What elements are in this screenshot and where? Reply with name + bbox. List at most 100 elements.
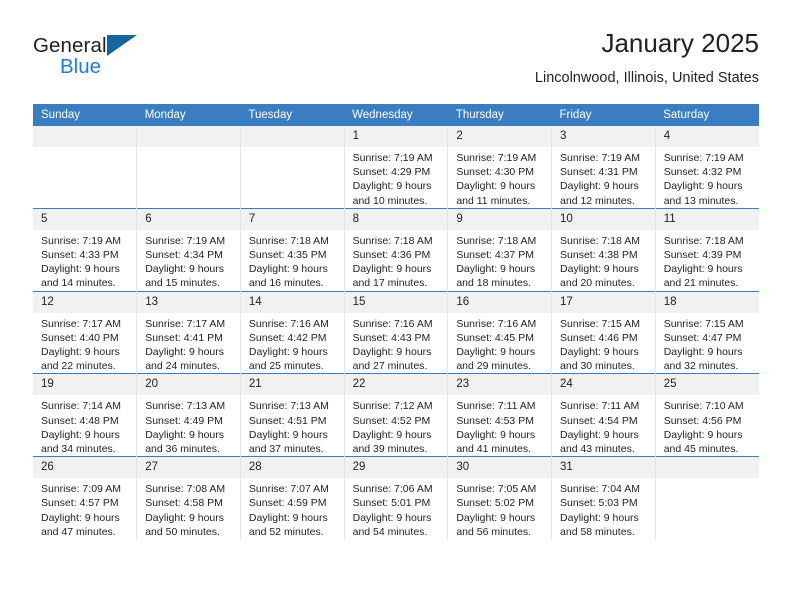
day-detail-line: Sunrise: 7:04 AM (560, 483, 640, 496)
calendar-day-cell[interactable]: 10 Sunrise: 7:18 AM Sunset: 4:38 PM Dayligh… (551, 207, 656, 292)
weekday-header-wednesday: Wednesday (344, 104, 448, 126)
calendar-day-cell[interactable]: 8 Sunrise: 7:18 AM Sunset: 4:36 PM Daylight… (344, 207, 449, 292)
day-detail-line: Sunrise: 7:19 AM (352, 152, 433, 164)
calendar-day-cell[interactable]: 9 Sunrise: 7:18 AM Sunset: 4:37 PM Daylight… (447, 207, 553, 292)
day-details: Sunrise: 7:13 AM Sunset: 4:51 PM Daylight:… (241, 395, 344, 456)
day-detail-line: Daylight: 9 hours (41, 428, 120, 441)
day-details: Sunrise: 7:08 AM Sunset: 4:58 PM Daylight:… (137, 478, 240, 539)
calendar-day-cell[interactable]: 23 Sunrise: 7:11 AM Sunset: 4:53 PM Dayligh… (447, 373, 553, 457)
calendar-day-cell[interactable]: 30 Sunrise: 7:05 AM Sunset: 5:02 PM Dayligh… (447, 456, 553, 540)
day-number: 10 (552, 208, 655, 230)
day-number: 18 (655, 291, 759, 313)
day-detail-line: Daylight: 9 hours (560, 428, 639, 441)
calendar-day-cell[interactable]: 13 Sunrise: 7:17 AM Sunset: 4:41 PM Dayligh… (136, 290, 241, 374)
calendar-week-row: 1 Sunrise: 7:19 AM Sunset: 4:29 PM Daylight… (33, 126, 759, 209)
brand-logo[interactable]: General Blue (33, 34, 153, 80)
day-number: 12 (33, 291, 137, 313)
day-detail-line: and 21 minutes. (663, 277, 739, 290)
day-detail-line: Daylight: 9 hours (41, 346, 120, 359)
day-number: 27 (137, 457, 240, 479)
day-detail-line: and 39 minutes. (352, 443, 428, 456)
day-detail-line: and 34 minutes. (41, 443, 116, 456)
calendar-week-row: 5 Sunrise: 7:19 AM Sunset: 4:33 PM Daylight… (33, 207, 759, 292)
day-number: 13 (137, 291, 240, 313)
day-detail-line: Daylight: 9 hours (145, 346, 224, 359)
day-number: 25 (655, 374, 759, 396)
day-detail-line: Sunrise: 7:16 AM (248, 317, 329, 330)
day-detail-line: Sunset: 4:32 PM (663, 166, 742, 179)
day-detail-line: Sunset: 4:47 PM (663, 331, 742, 344)
day-detail-line: Daylight: 9 hours (352, 511, 432, 524)
calendar-day-cell[interactable]: 28 Sunrise: 7:07 AM Sunset: 4:59 PM Dayligh… (240, 456, 345, 540)
weekday-header-tuesday: Tuesday (240, 104, 345, 126)
day-number: 2 (448, 126, 552, 147)
day-detail-line: and 12 minutes. (560, 194, 635, 207)
brand-name-blue: Blue (60, 55, 102, 78)
calendar-day-cell[interactable]: 24 Sunrise: 7:11 AM Sunset: 4:54 PM Dayligh… (551, 373, 656, 457)
day-detail-line: Daylight: 9 hours (560, 511, 639, 524)
calendar-day-cell[interactable]: 25 Sunrise: 7:10 AM Sunset: 4:56 PM Dayligh… (655, 373, 759, 457)
day-detail-line: Sunset: 4:40 PM (41, 331, 119, 344)
calendar-day-cell[interactable]: 4 Sunrise: 7:19 AM Sunset: 4:32 PM Daylight… (655, 126, 759, 209)
day-details (33, 147, 136, 151)
day-detail-line: and 52 minutes. (248, 525, 324, 538)
calendar-day-cell[interactable]: 19 Sunrise: 7:14 AM Sunset: 4:48 PM Dayligh… (33, 373, 138, 457)
day-details: Sunrise: 7:05 AM Sunset: 5:02 PM Daylight:… (448, 478, 551, 539)
day-detail-line: Daylight: 9 hours (560, 263, 639, 276)
calendar-day-cell[interactable]: 22 Sunrise: 7:12 AM Sunset: 4:52 PM Dayligh… (344, 373, 449, 457)
calendar-day-cell[interactable]: 15 Sunrise: 7:16 AM Sunset: 4:43 PM Dayligh… (344, 290, 449, 374)
calendar-day-cell[interactable]: 26 Sunrise: 7:09 AM Sunset: 4:57 PM Dayligh… (33, 456, 138, 540)
day-detail-line: and 29 minutes. (456, 360, 532, 373)
day-details: Sunrise: 7:11 AM Sunset: 4:54 PM Daylight:… (552, 395, 655, 456)
calendar-day-cell[interactable]: 5 Sunrise: 7:19 AM Sunset: 4:33 PM Daylight… (33, 207, 138, 292)
day-details: Sunrise: 7:04 AM Sunset: 5:03 PM Daylight:… (552, 478, 655, 539)
day-detail-line: Sunrise: 7:19 AM (145, 234, 226, 247)
calendar-day-cell[interactable]: 6 Sunrise: 7:19 AM Sunset: 4:34 PM Daylight… (136, 207, 241, 292)
day-detail-line: Sunrise: 7:18 AM (663, 234, 744, 247)
day-detail-line: and 25 minutes. (248, 360, 324, 373)
day-number: 15 (344, 291, 448, 313)
day-detail-line: Daylight: 9 hours (352, 346, 432, 359)
calendar-day-cell[interactable]: 12 Sunrise: 7:17 AM Sunset: 4:40 PM Dayligh… (33, 290, 138, 374)
day-detail-line: Sunrise: 7:11 AM (456, 400, 536, 413)
day-detail-line: Sunset: 4:29 PM (352, 166, 431, 179)
day-detail-line: and 45 minutes. (663, 443, 739, 456)
calendar-day-cell[interactable]: 16 Sunrise: 7:16 AM Sunset: 4:45 PM Dayligh… (447, 290, 553, 374)
calendar-day-cell[interactable]: 14 Sunrise: 7:16 AM Sunset: 4:42 PM Dayligh… (240, 290, 345, 374)
day-number: 9 (448, 208, 552, 230)
calendar-day-cell[interactable]: 27 Sunrise: 7:08 AM Sunset: 4:58 PM Dayligh… (136, 456, 241, 540)
day-number: 21 (240, 374, 344, 396)
day-number: 30 (448, 457, 552, 479)
day-number: 6 (137, 208, 240, 230)
day-details: Sunrise: 7:06 AM Sunset: 5:01 PM Daylight:… (345, 478, 448, 539)
calendar-day-cell[interactable]: 7 Sunrise: 7:18 AM Sunset: 4:35 PM Daylight… (240, 207, 345, 292)
day-detail-line: Daylight: 9 hours (560, 346, 639, 359)
day-detail-line: and 43 minutes. (560, 443, 635, 456)
calendar-day-cell[interactable]: 20 Sunrise: 7:13 AM Sunset: 4:49 PM Dayligh… (136, 373, 241, 457)
calendar-day-cell[interactable]: 31 Sunrise: 7:04 AM Sunset: 5:03 PM Dayligh… (551, 456, 656, 540)
calendar-day-cell[interactable]: 21 Sunrise: 7:13 AM Sunset: 4:51 PM Dayligh… (240, 373, 345, 457)
day-detail-line: Sunset: 4:37 PM (456, 249, 534, 262)
day-detail-line: and 16 minutes. (248, 277, 324, 290)
day-detail-line: Sunset: 4:52 PM (352, 414, 431, 427)
calendar-day-cell[interactable]: 1 Sunrise: 7:19 AM Sunset: 4:29 PM Daylight… (344, 126, 449, 209)
day-detail-line: Sunrise: 7:15 AM (663, 317, 744, 330)
day-number: 31 (552, 457, 655, 479)
day-detail-line: Daylight: 9 hours (456, 263, 536, 276)
day-details: Sunrise: 7:07 AM Sunset: 4:59 PM Daylight:… (241, 478, 344, 539)
calendar-day-cell[interactable]: 2 Sunrise: 7:19 AM Sunset: 4:30 PM Daylight… (447, 126, 553, 209)
day-number (655, 457, 759, 479)
day-details: Sunrise: 7:19 AM Sunset: 4:33 PM Daylight:… (33, 230, 136, 291)
day-detail-line: and 54 minutes. (352, 525, 428, 538)
calendar-day-cell[interactable]: 17 Sunrise: 7:15 AM Sunset: 4:46 PM Dayligh… (551, 290, 656, 374)
day-details: Sunrise: 7:17 AM Sunset: 4:40 PM Daylight:… (33, 313, 136, 374)
day-details: Sunrise: 7:19 AM Sunset: 4:31 PM Daylight:… (552, 147, 655, 208)
calendar-day-cell[interactable]: 18 Sunrise: 7:15 AM Sunset: 4:47 PM Dayligh… (655, 290, 759, 374)
day-detail-line: and 24 minutes. (145, 360, 220, 373)
day-details: Sunrise: 7:17 AM Sunset: 4:41 PM Daylight:… (137, 313, 240, 374)
weekday-header-thursday: Thursday (447, 104, 552, 126)
day-detail-line: Daylight: 9 hours (352, 428, 432, 441)
calendar-day-cell[interactable]: 3 Sunrise: 7:19 AM Sunset: 4:31 PM Daylight… (551, 126, 656, 209)
calendar-day-cell[interactable]: 11 Sunrise: 7:18 AM Sunset: 4:39 PM Dayligh… (655, 207, 759, 292)
calendar-day-cell[interactable]: 29 Sunrise: 7:06 AM Sunset: 5:01 PM Dayligh… (344, 456, 449, 540)
